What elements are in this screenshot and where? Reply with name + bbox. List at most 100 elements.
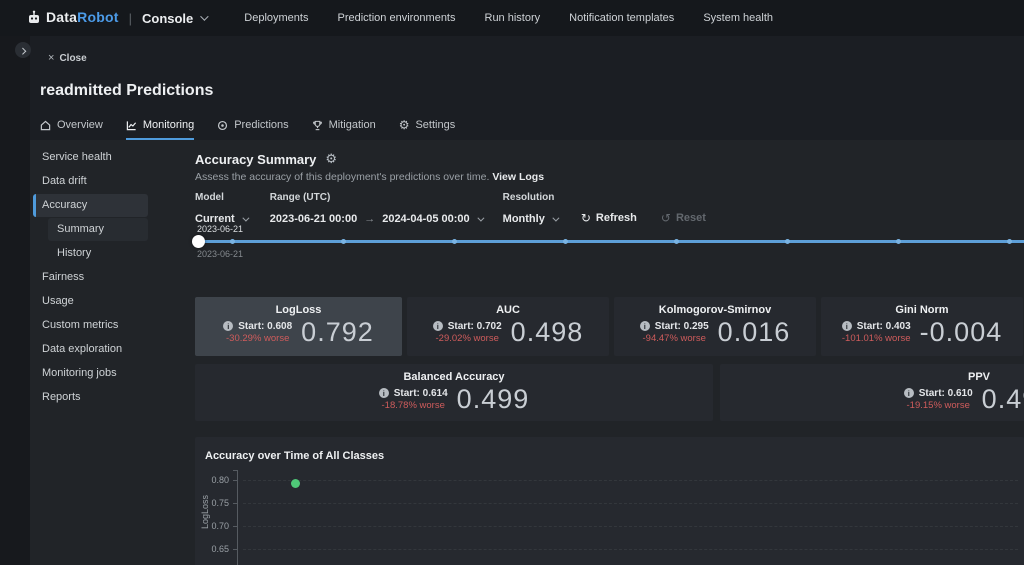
y-axis [237, 470, 238, 565]
resolution-select[interactable]: Monthly [502, 213, 560, 225]
info-icon[interactable]: i [223, 321, 234, 331]
nav-divider: | [128, 10, 132, 26]
info-icon[interactable]: i [378, 388, 389, 398]
slider-handle-date: 2023-06-21 [197, 249, 244, 259]
console-label: Console [141, 10, 194, 26]
info-icon[interactable]: i [903, 388, 914, 398]
top-nav: DataRobot | Console Deployments Predicti… [0, 0, 1024, 36]
sidebar-item-usage[interactable]: Usage [33, 290, 148, 313]
home-icon [40, 120, 51, 130]
sidebar-item-history[interactable]: History [48, 242, 148, 265]
sidebar-item-custom-metrics[interactable]: Custom metrics [33, 314, 148, 337]
sidebar-item-service-health[interactable]: Service health [33, 146, 148, 169]
settings-gear-icon[interactable]: ⚙ [325, 151, 337, 167]
metric-value: -0.004 [919, 317, 1003, 347]
resolution-value: Monthly [502, 213, 545, 225]
range-start: 2023-06-21 00:00 [269, 213, 358, 225]
y-tick-mark [233, 526, 238, 527]
model-label: Model [195, 192, 224, 203]
expand-panel-button[interactable] [15, 42, 31, 58]
tab-mitigation[interactable]: Mitigation [312, 118, 376, 140]
metric-start: Start: 0.295 [654, 320, 709, 332]
metric-card-ppv[interactable]: PPV i Start: 0.610 -19.15% worse 0.494 [720, 364, 1024, 421]
sidebar-item-summary[interactable]: Summary [48, 218, 148, 241]
y-tick-label: 0.80 [211, 475, 229, 485]
console-dropdown[interactable]: Console [141, 10, 209, 26]
nav-item-notification-templates[interactable]: Notification templates [569, 12, 674, 24]
refresh-button[interactable]: ↻ Refresh [581, 211, 637, 225]
tab-overview[interactable]: Overview [40, 118, 103, 140]
robot-icon [26, 10, 42, 26]
refresh-label: Refresh [595, 212, 637, 224]
time-range-slider: 2023-06-21 2023-06-21 [192, 224, 1024, 259]
tab-monitoring[interactable]: Monitoring [125, 118, 195, 140]
close-button[interactable]: × Close [48, 52, 87, 64]
gridline [243, 526, 1018, 527]
sidebar-item-data-exploration[interactable]: Data exploration [33, 338, 148, 361]
slider-tick [674, 239, 679, 244]
gridline [243, 503, 1018, 504]
metric-card-auc[interactable]: AUC i Start: 0.702 -29.02% worse 0.498 [407, 297, 609, 356]
metric-change: -18.78% worse [381, 399, 445, 411]
sidebar-item-monitoring-jobs[interactable]: Monitoring jobs [33, 362, 148, 385]
metric-value: 0.499 [456, 384, 530, 414]
sidebar-item-fairness[interactable]: Fairness [33, 266, 148, 289]
accuracy-summary-panel: Accuracy Summary ⚙ Assess the accuracy o… [165, 140, 1024, 565]
tab-label: Mitigation [328, 119, 376, 131]
nav-item-system-health[interactable]: System health [703, 12, 773, 24]
datarobot-logo[interactable]: DataRobot [26, 9, 119, 27]
y-tick-mark [233, 549, 238, 550]
metric-card-kolmogorov-smirnov[interactable]: Kolmogorov-Smirnov i Start: 0.295 -94.47%… [614, 297, 816, 356]
y-tick-label: 0.75 [211, 498, 229, 508]
tab-settings[interactable]: ⚙ Settings [399, 118, 456, 140]
nav-item-deployments[interactable]: Deployments [244, 12, 308, 24]
metric-card-balanced-accuracy[interactable]: Balanced Accuracy i Start: 0.614 -18.78% … [195, 364, 713, 421]
y-tick-label: 0.65 [211, 544, 229, 554]
y-tick-label: 0.70 [211, 521, 229, 531]
metric-cards-row-1: LogLoss i Start: 0.608 -30.29% worse 0.79… [195, 297, 1024, 356]
gridline [243, 549, 1018, 550]
metric-value: 0.016 [717, 317, 791, 347]
data-point [291, 479, 300, 489]
range-control: Range (UTC) 2023-06-21 00:00 → 2024-04-0… [269, 192, 485, 225]
nav-item-prediction-environments[interactable]: Prediction environments [337, 12, 455, 24]
range-select[interactable]: 2023-06-21 00:00 → 2024-04-05 00:00 [269, 213, 485, 225]
reset-button[interactable]: ↺ Reset [661, 211, 706, 225]
brand-part1: Data [46, 9, 78, 25]
metric-card-gini-norm[interactable]: Gini Norm i Start: 0.403 -101.01% worse -… [821, 297, 1023, 356]
info-icon[interactable]: i [639, 321, 650, 331]
metric-change: -30.29% worse [226, 332, 290, 344]
model-control: Model Current [195, 192, 250, 225]
section-title: Accuracy Summary [195, 151, 317, 167]
metric-name: LogLoss [275, 304, 322, 316]
slider-tick [785, 239, 790, 244]
close-icon: × [48, 52, 55, 64]
nav-links: Deployments Prediction environments Run … [244, 12, 773, 24]
refresh-button-wrap: ↻ Refresh [581, 192, 637, 225]
slider-tick [896, 239, 901, 244]
metric-start: Start: 0.702 [447, 320, 502, 332]
tab-label: Settings [415, 119, 456, 131]
sidebar-item-accuracy[interactable]: Accuracy [33, 194, 148, 217]
tab-predictions[interactable]: Predictions [217, 118, 289, 140]
description-text: Assess the accuracy of this deployment's… [195, 171, 490, 183]
info-icon[interactable]: i [432, 321, 443, 331]
metric-card-logloss[interactable]: LogLoss i Start: 0.608 -30.29% worse 0.79… [195, 297, 402, 356]
view-logs-link[interactable]: View Logs [492, 171, 544, 183]
slider-handle[interactable] [192, 235, 205, 248]
sidebar-item-reports[interactable]: Reports [33, 386, 148, 409]
range-label: Range (UTC) [269, 192, 331, 203]
close-label: Close [59, 52, 87, 64]
sidebar-item-data-drift[interactable]: Data drift [33, 170, 148, 193]
tab-label: Predictions [234, 119, 289, 131]
section-title-row: Accuracy Summary ⚙ [195, 151, 337, 167]
gridline [243, 480, 1018, 481]
slider-tick [341, 239, 346, 244]
nav-item-run-history[interactable]: Run history [485, 12, 541, 24]
chevron-right-icon [18, 47, 26, 55]
app-window: DataRobot | Console Deployments Predicti… [0, 0, 1024, 565]
info-icon[interactable]: i [841, 321, 852, 331]
resolution-control: Resolution Monthly [502, 192, 560, 225]
slider-start-date: 2023-06-21 [197, 224, 244, 234]
metric-start: Start: 0.403 [856, 320, 911, 332]
